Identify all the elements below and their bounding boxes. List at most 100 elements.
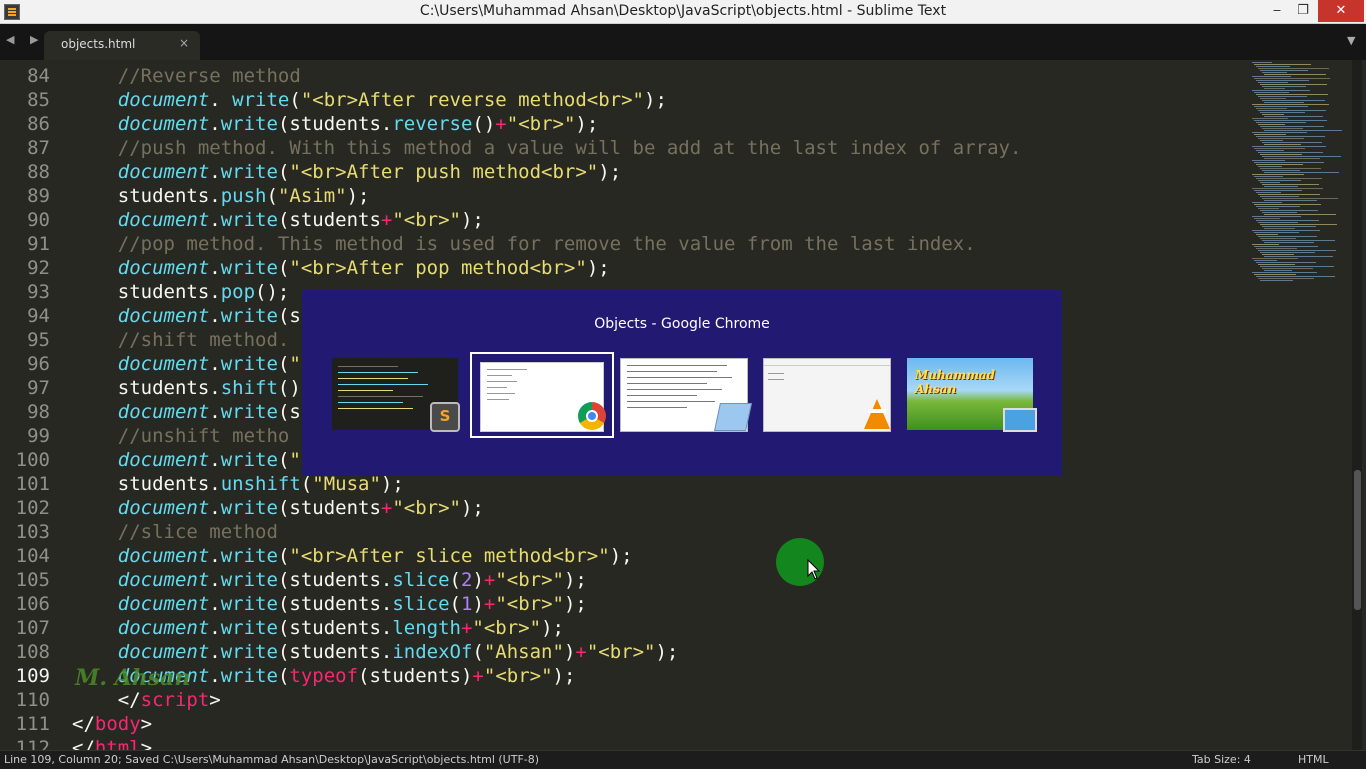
code-text: students.pop();: [72, 280, 290, 304]
code-line[interactable]: 92 document.write("<br>After pop method<…: [0, 256, 1350, 280]
line-number: 100: [15, 449, 50, 471]
code-token: document: [117, 545, 210, 567]
code-token: (students.: [277, 641, 393, 663]
thumb-line: [627, 395, 697, 396]
code-line[interactable]: 84 //Reverse method: [0, 64, 1350, 88]
code-line[interactable]: 85 document. write("<br>After reverse me…: [0, 88, 1350, 112]
code-token: (: [300, 473, 313, 495]
code-token: shift: [220, 377, 278, 399]
code-token: "<br>After slice method<br>": [289, 545, 610, 567]
status-tab-size[interactable]: Tab Size: 4: [1192, 753, 1251, 766]
code-line[interactable]: 91 //pop method. This method is used for…: [0, 232, 1350, 256]
vertical-scrollbar[interactable]: [1352, 60, 1362, 750]
minimap-line: [1258, 166, 1282, 167]
alt-tab-switcher: Objects - Google Chrome S Muhammad Ahsan: [302, 290, 1062, 476]
minimap-line: [1258, 236, 1317, 237]
code-text: students.shift(): [72, 376, 301, 400]
close-button[interactable]: ✕: [1318, 0, 1364, 22]
code-line[interactable]: 102 document.write(students+"<br>");: [0, 496, 1350, 520]
code-token: "Asim": [277, 185, 347, 207]
code-line[interactable]: 103 //slice method: [0, 520, 1350, 544]
tab-objects-html[interactable]: objects.html ×: [44, 31, 200, 60]
code-token: );: [380, 473, 404, 495]
code-text: document.write(students.indexOf("Ahsan")…: [72, 640, 679, 664]
code-line[interactable]: 86 document.write(students.reverse()+"<b…: [0, 112, 1350, 136]
status-syntax[interactable]: HTML: [1298, 753, 1329, 766]
code-token: "<br>": [483, 665, 553, 687]
window-thumb-sublime[interactable]: S: [332, 358, 460, 432]
code-line[interactable]: 89 students.push("Asim");: [0, 184, 1350, 208]
minimap-line: [1262, 198, 1338, 199]
code-line[interactable]: 106 document.write(students.slice(1)+"<b…: [0, 592, 1350, 616]
code-line[interactable]: 104 document.write("<br>After slice meth…: [0, 544, 1350, 568]
code-line[interactable]: 111 </body>: [0, 712, 1350, 736]
window-thumb-chrome[interactable]: [470, 352, 614, 438]
minimap-line: [1254, 176, 1283, 177]
minimap-line: [1256, 80, 1309, 81]
code-token: //slice method: [72, 521, 278, 543]
code-token: write: [220, 569, 278, 591]
code-line[interactable]: 107 document.write(students.length+"<br>…: [0, 616, 1350, 640]
minimap-line: [1264, 256, 1333, 257]
minimap-line: [1264, 116, 1323, 117]
code-text: //unshift metho: [72, 424, 290, 448]
code-line[interactable]: 108 document.write(students.indexOf("Ahs…: [0, 640, 1350, 664]
code-token: slice: [392, 569, 450, 591]
thumb-line: [338, 390, 393, 391]
code-token: );: [541, 617, 564, 639]
window-thumb-notepad[interactable]: [620, 358, 752, 432]
code-token: (students.: [277, 617, 393, 639]
scrollbar-thumb[interactable]: [1354, 470, 1361, 610]
code-token: (s: [277, 305, 301, 327]
minimap-line: [1264, 88, 1285, 89]
code-token: students.: [72, 377, 221, 399]
minimap[interactable]: [1248, 60, 1348, 290]
tab-close-icon[interactable]: ×: [179, 36, 189, 50]
code-line[interactable]: 88 document.write("<br>After push method…: [0, 160, 1350, 184]
desktop-icon: [1003, 408, 1037, 432]
code-token: +: [380, 209, 393, 231]
code-token: script: [140, 689, 210, 711]
chrome-icon: [578, 402, 606, 430]
code-token: document: [117, 617, 210, 639]
line-number: 86: [27, 113, 50, 135]
line-number: 90: [27, 209, 50, 231]
code-token: reverse: [392, 113, 473, 135]
code-token: >: [140, 713, 153, 735]
minimap-line: [1252, 202, 1282, 203]
minimap-line: [1256, 122, 1306, 123]
code-token: document: [117, 449, 210, 471]
code-line[interactable]: 112 </html>: [0, 736, 1350, 750]
code-token: .: [209, 593, 221, 615]
code-token: .: [209, 353, 221, 375]
minimap-line: [1256, 248, 1297, 249]
window-thumb-desktop[interactable]: Muhammad Ahsan: [907, 358, 1037, 432]
line-number: 106: [15, 593, 50, 615]
line-number: 96: [27, 353, 50, 375]
code-token: );: [346, 185, 370, 207]
code-line[interactable]: 105 document.write(students.slice(2)+"<b…: [0, 568, 1350, 592]
maximize-button[interactable]: ❐: [1290, 0, 1316, 22]
code-token: document: [117, 257, 210, 279]
minimize-button[interactable]: ‒: [1264, 0, 1290, 22]
code-token: document: [117, 353, 210, 375]
line-number: 101: [15, 473, 50, 495]
code-token: students.: [72, 185, 221, 207]
code-line[interactable]: 110 </script>: [0, 688, 1350, 712]
code-line[interactable]: 90 document.write(students+"<br>");: [0, 208, 1350, 232]
window-thumb-vlc[interactable]: [763, 358, 891, 432]
minimap-line: [1252, 90, 1310, 91]
code-token: //shift method.: [72, 329, 290, 351]
code-token: //unshift metho: [72, 425, 290, 447]
code-line[interactable]: 87 //push method. With this method a val…: [0, 136, 1350, 160]
tab-dropdown-icon[interactable]: ▼: [1347, 34, 1355, 47]
code-text: document.write(students.reverse()+"<br>"…: [72, 112, 599, 136]
minimap-line: [1264, 74, 1326, 75]
tab-nav-arrows[interactable]: ◀ ▶: [6, 33, 44, 46]
code-token: );: [598, 161, 622, 183]
code-line[interactable]: 109 document.write(typeof(students)+"<br…: [0, 664, 1350, 688]
thumb-line: [487, 399, 509, 400]
minimap-line: [1262, 142, 1322, 143]
